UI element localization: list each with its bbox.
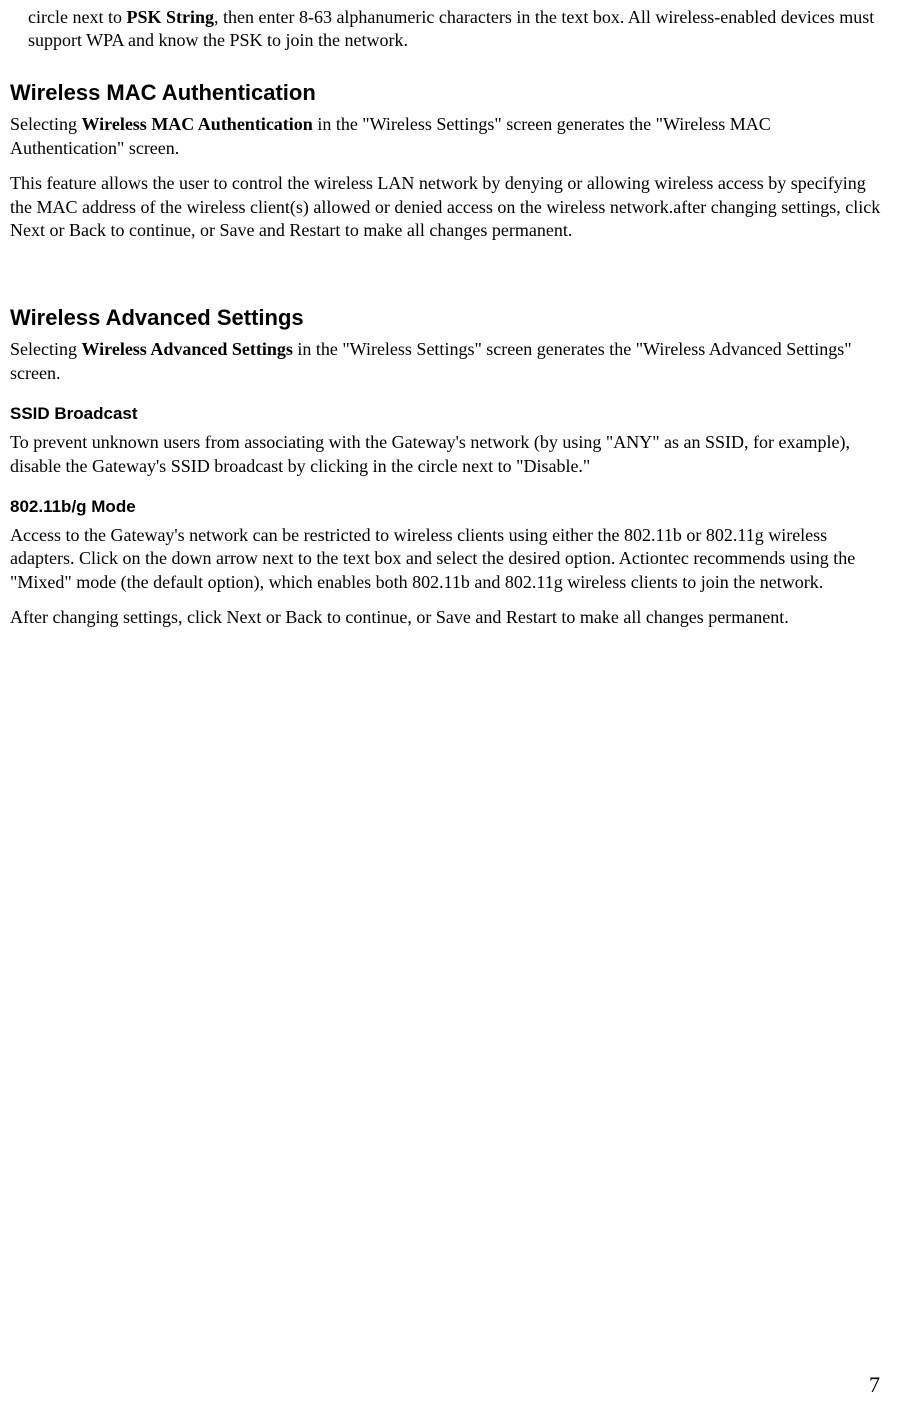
mode-p1: Access to the Gateway's network can be r…	[10, 524, 888, 594]
heading-wireless-advanced: Wireless Advanced Settings	[10, 304, 888, 333]
psk-string-bold: PSK String	[126, 7, 214, 27]
psk-text-pre: circle next to	[28, 7, 126, 27]
heading-wireless-mac-auth: Wireless MAC Authentication	[10, 79, 888, 108]
mode-p2: After changing settings, click Next or B…	[10, 606, 888, 629]
mac-auth-p2: This feature allows the user to control …	[10, 172, 888, 242]
adv-p1-bold: Wireless Advanced Settings	[81, 339, 292, 359]
page-number: 7	[869, 1371, 880, 1400]
adv-p1-pre: Selecting	[10, 339, 81, 359]
mac-auth-p1-bold: Wireless MAC Authentication	[81, 114, 312, 134]
heading-80211bg-mode: 802.11b/g Mode	[10, 496, 888, 518]
mac-auth-p1-pre: Selecting	[10, 114, 81, 134]
psk-paragraph: circle next to PSK String, then enter 8-…	[28, 6, 888, 53]
mac-auth-p1: Selecting Wireless MAC Authentication in…	[10, 113, 888, 160]
adv-p1: Selecting Wireless Advanced Settings in …	[10, 338, 888, 385]
ssid-broadcast-p: To prevent unknown users from associatin…	[10, 431, 888, 478]
heading-ssid-broadcast: SSID Broadcast	[10, 403, 888, 425]
